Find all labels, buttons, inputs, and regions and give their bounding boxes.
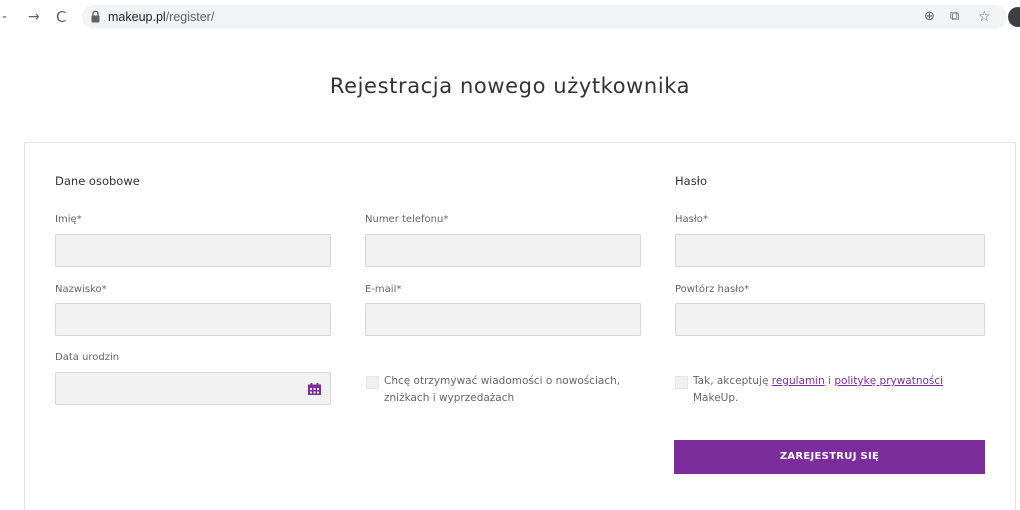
phone-label: Numer telefonu* — [365, 214, 449, 225]
email-input[interactable] — [365, 303, 641, 336]
newsletter-checkbox[interactable] — [366, 376, 379, 389]
terms-suffix: MakeUp. — [693, 392, 739, 404]
last-name-input[interactable] — [55, 303, 331, 336]
password-label: Hasło* — [675, 214, 708, 225]
browser-toolbar: - → C makeup.pl/register/ ⊕ ⧉ ☆ — [0, 0, 1020, 34]
email-label: E-mail* — [365, 284, 402, 295]
repeat-password-input[interactable] — [675, 303, 985, 336]
bookmark-star-icon[interactable]: ☆ — [978, 8, 991, 26]
birthdate-input[interactable] — [55, 372, 331, 405]
privacy-policy-link[interactable]: politykę prywatności — [834, 375, 943, 387]
newsletter-text-line1: Chcę otrzymywać wiadomości o nowościach, — [384, 375, 621, 387]
first-name-label: Imię* — [55, 214, 82, 225]
url-text: makeup.pl/register/ — [108, 9, 214, 25]
back-icon[interactable]: - — [2, 7, 7, 27]
newsletter-text: Chcę otrzymywać wiadomości o nowościach,… — [384, 373, 620, 407]
calendar-icon[interactable] — [308, 383, 321, 395]
phone-input[interactable] — [365, 234, 641, 267]
zoom-icon[interactable]: ⊕ — [924, 8, 935, 26]
translate-icon[interactable]: ⧉ — [950, 8, 959, 26]
profile-avatar-icon[interactable] — [1008, 7, 1020, 27]
terms-prefix: Tak, akceptuję — [693, 375, 772, 387]
address-bar[interactable]: makeup.pl/register/ ⊕ ⧉ ☆ — [82, 5, 1007, 29]
register-button[interactable]: ZAREJESTRUJ SIĘ — [674, 440, 985, 474]
password-heading: Hasło — [675, 174, 707, 188]
url-path: /register/ — [165, 10, 215, 24]
last-name-label: Nazwisko* — [55, 284, 107, 295]
newsletter-text-line2: zniżkach i wyprzedażach — [384, 392, 515, 404]
repeat-password-label: Powtórz hasło* — [675, 284, 750, 295]
url-domain: makeup.pl — [108, 10, 166, 24]
terms-checkbox[interactable] — [675, 376, 688, 389]
terms-and: i — [824, 375, 835, 387]
lock-icon — [91, 10, 100, 23]
terms-text: Tak, akceptuję regulamin i politykę pryw… — [693, 373, 943, 407]
page-title: Rejestracja nowego użytkownika — [329, 74, 691, 98]
forward-icon[interactable]: → — [28, 7, 40, 27]
first-name-input[interactable] — [55, 234, 331, 267]
birthdate-label: Data urodzin — [55, 352, 120, 363]
reload-icon[interactable]: C — [56, 7, 66, 27]
personal-data-heading: Dane osobowe — [55, 174, 140, 188]
terms-link[interactable]: regulamin — [772, 375, 825, 387]
password-input[interactable] — [675, 234, 985, 267]
